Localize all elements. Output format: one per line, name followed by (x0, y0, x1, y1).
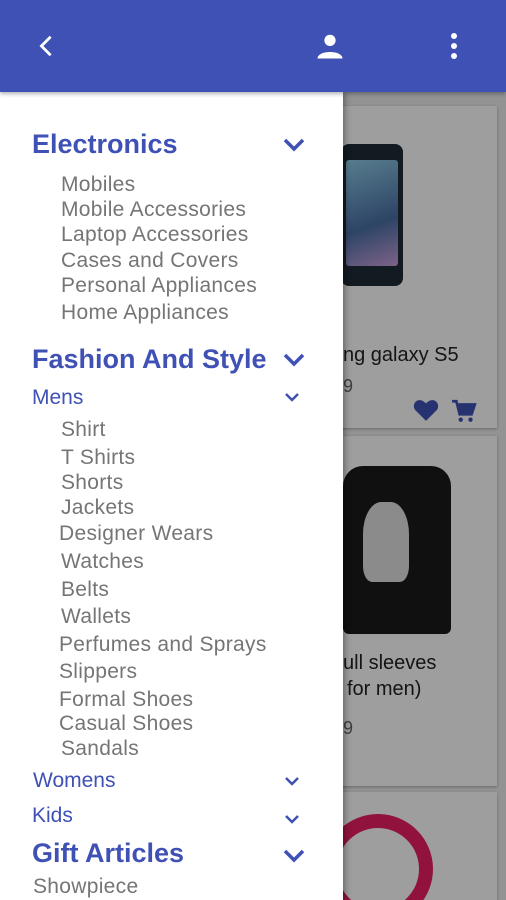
category-fashion[interactable]: Fashion And Style (32, 344, 267, 375)
back-arrow-icon[interactable] (26, 0, 66, 92)
subcategory-item[interactable]: Designer Wears (59, 522, 213, 546)
subcategory-item[interactable]: Showpiece (33, 875, 138, 899)
subcategory-item[interactable]: Home Appliances (61, 301, 229, 325)
category-gift-articles[interactable]: Gift Articles (32, 838, 184, 869)
subcategory-item[interactable]: Jackets (61, 496, 134, 520)
category-electronics[interactable]: Electronics (32, 129, 178, 160)
subcategory-item[interactable]: Cases and Covers (61, 249, 239, 273)
subcategory-item[interactable]: T Shirts (61, 446, 135, 470)
subcategory-item[interactable]: Shirt (61, 418, 106, 442)
subcategory-item[interactable]: Wallets (61, 605, 131, 629)
subcategory-mens[interactable]: Mens (32, 386, 83, 410)
more-vertical-icon[interactable] (436, 0, 472, 92)
subcategory-item[interactable]: Shorts (61, 471, 124, 495)
subcategory-item[interactable]: Formal Shoes (59, 688, 193, 712)
subcategory-item[interactable]: Slippers (59, 660, 137, 684)
chevron-down-icon[interactable] (284, 776, 300, 786)
navigation-drawer: Electronics Mobiles Mobile Accessories L… (0, 92, 343, 900)
chevron-down-icon[interactable] (283, 353, 305, 367)
chevron-down-icon[interactable] (284, 392, 300, 402)
subcategory-item[interactable]: Mobile Accessories (61, 198, 246, 222)
app-bar (0, 0, 506, 92)
subcategory-item[interactable]: Watches (61, 550, 144, 574)
chevron-down-icon[interactable] (283, 138, 305, 152)
subcategory-item[interactable]: Sandals (61, 737, 139, 761)
subcategory-item[interactable]: Mobiles (61, 173, 135, 197)
subcategory-kids[interactable]: Kids (32, 804, 73, 828)
subcategory-item[interactable]: Casual Shoes (59, 712, 193, 736)
subcategory-womens[interactable]: Womens (33, 769, 115, 793)
subcategory-item[interactable]: Personal Appliances (61, 274, 257, 298)
subcategory-item[interactable]: Belts (61, 578, 109, 602)
chevron-down-icon[interactable] (283, 849, 305, 863)
account-icon[interactable] (308, 0, 352, 92)
chevron-down-icon[interactable] (284, 814, 300, 824)
subcategory-item[interactable]: Perfumes and Sprays (59, 633, 267, 657)
subcategory-item[interactable]: Laptop Accessories (61, 223, 249, 247)
